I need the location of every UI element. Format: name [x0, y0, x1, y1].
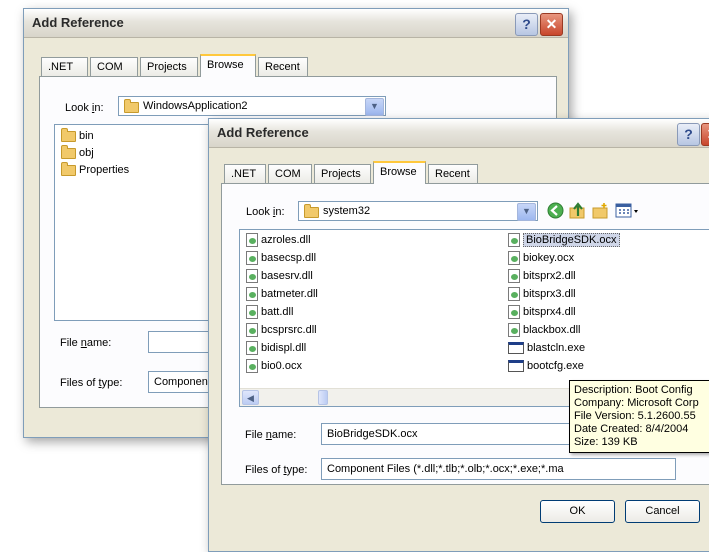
- list-item[interactable]: obj: [61, 144, 94, 162]
- folder-icon: [124, 99, 139, 113]
- front-dialog-title: Add Reference: [217, 125, 309, 140]
- ocx-file-icon: [246, 359, 258, 374]
- front-add-reference-dialog: Add Reference ? ✕ .NET COM Projects Brow…: [208, 118, 709, 552]
- tooltip-company: Company: Microsoft Corp: [574, 397, 699, 409]
- exe-file-icon: [508, 360, 524, 373]
- front-titlebar[interactable]: Add Reference ? ✕: [209, 119, 709, 148]
- front-help-button[interactable]: ?: [677, 123, 700, 146]
- back-arrow-icon[interactable]: [547, 202, 564, 219]
- front-file-name-input[interactable]: BioBridgeSDK.ocx: [321, 423, 571, 445]
- dll-file-icon: [246, 341, 258, 356]
- list-item[interactable]: blastcln.exe: [508, 340, 585, 357]
- front-file-name-label: File name:: [245, 429, 297, 441]
- views-menu-icon[interactable]: [615, 202, 641, 219]
- dll-file-icon: [246, 323, 258, 338]
- chevron-down-icon[interactable]: ▼: [365, 98, 384, 116]
- front-tab-recent[interactable]: Recent: [428, 164, 478, 184]
- ok-button[interactable]: OK: [540, 500, 615, 523]
- back-tab-net[interactable]: .NET: [41, 57, 88, 77]
- tooltip-date-created: Date Created: 8/4/2004: [574, 423, 689, 435]
- dll-file-icon: [246, 269, 258, 284]
- front-close-button[interactable]: ✕: [701, 123, 709, 146]
- dll-file-icon: [508, 269, 520, 284]
- back-tab-browse[interactable]: Browse: [200, 54, 256, 77]
- back-titlebar[interactable]: Add Reference ? ✕: [24, 9, 568, 38]
- exe-file-icon: [508, 342, 524, 355]
- front-look-in-label: Look in:: [246, 206, 285, 218]
- list-item[interactable]: bitsprx2.dll: [508, 268, 576, 285]
- tooltip-size: Size: 139 KB: [574, 436, 638, 448]
- dll-file-icon: [508, 323, 520, 338]
- list-item[interactable]: bio0.ocx: [246, 358, 302, 375]
- scroll-thumb[interactable]: [318, 390, 328, 405]
- folder-icon: [304, 204, 319, 218]
- list-item[interactable]: batmeter.dll: [246, 286, 318, 303]
- list-item[interactable]: basecsp.dll: [246, 250, 316, 267]
- dll-file-icon: [246, 233, 258, 248]
- dll-file-icon: [246, 287, 258, 302]
- front-tab-projects[interactable]: Projects: [314, 164, 371, 184]
- list-item[interactable]: bcsprsrc.dll: [246, 322, 317, 339]
- front-files-of-type-label: Files of type:: [245, 464, 308, 476]
- list-item[interactable]: bitsprx3.dll: [508, 286, 576, 303]
- list-item[interactable]: bin: [61, 127, 94, 145]
- front-files-of-type-select[interactable]: Component Files (*.dll;*.tlb;*.olb;*.ocx…: [321, 458, 676, 480]
- chevron-down-icon[interactable]: ▼: [517, 203, 536, 221]
- ocx-file-icon: [508, 233, 520, 248]
- back-tab-recent[interactable]: Recent: [258, 57, 308, 77]
- front-look-in-combo[interactable]: system32 ▼: [298, 201, 538, 221]
- dll-file-icon: [246, 305, 258, 320]
- back-dialog-title: Add Reference: [32, 15, 124, 30]
- back-look-in-combo[interactable]: WindowsApplication2 ▼: [118, 96, 386, 116]
- back-file-name-label: File name:: [60, 337, 112, 349]
- list-item[interactable]: basesrv.dll: [246, 268, 313, 285]
- folder-icon: [61, 144, 76, 159]
- file-info-tooltip: Description: Boot Config Company: Micros…: [569, 380, 709, 453]
- list-item[interactable]: bitsprx4.dll: [508, 304, 576, 321]
- list-item[interactable]: batt.dll: [246, 304, 293, 321]
- folder-icon: [61, 127, 76, 142]
- front-tab-net[interactable]: .NET: [224, 164, 266, 184]
- dll-file-icon: [246, 251, 258, 266]
- scroll-left-button[interactable]: ◀: [242, 390, 259, 405]
- tooltip-file-version: File Version: 5.1.2600.55: [574, 410, 696, 422]
- ocx-file-icon: [508, 251, 520, 266]
- back-close-button[interactable]: ✕: [540, 13, 563, 36]
- back-files-of-type-label: Files of type:: [60, 377, 123, 389]
- back-help-button[interactable]: ?: [515, 13, 538, 36]
- dll-file-icon: [508, 305, 520, 320]
- list-item[interactable]: azroles.dll: [246, 232, 311, 249]
- list-item[interactable]: bootcfg.exe: [508, 358, 584, 375]
- tooltip-description: Description: Boot Config: [574, 384, 693, 396]
- front-tab-browse[interactable]: Browse: [373, 161, 426, 184]
- up-folder-icon[interactable]: [569, 202, 586, 219]
- cancel-button[interactable]: Cancel: [625, 500, 700, 523]
- front-tab-com[interactable]: COM: [268, 164, 312, 184]
- new-folder-icon[interactable]: [592, 202, 609, 219]
- list-item[interactable]: blackbox.dll: [508, 322, 580, 339]
- back-tab-projects[interactable]: Projects: [140, 57, 198, 77]
- list-item[interactable]: Properties: [61, 161, 129, 179]
- list-item[interactable]: biokey.ocx: [508, 250, 574, 267]
- dll-file-icon: [508, 287, 520, 302]
- list-item-selected[interactable]: BioBridgeSDK.ocx: [508, 232, 620, 249]
- back-tab-com[interactable]: COM: [90, 57, 138, 77]
- list-item[interactable]: bidispl.dll: [246, 340, 306, 357]
- back-look-in-label: Look in:: [65, 102, 104, 114]
- folder-icon: [61, 161, 76, 176]
